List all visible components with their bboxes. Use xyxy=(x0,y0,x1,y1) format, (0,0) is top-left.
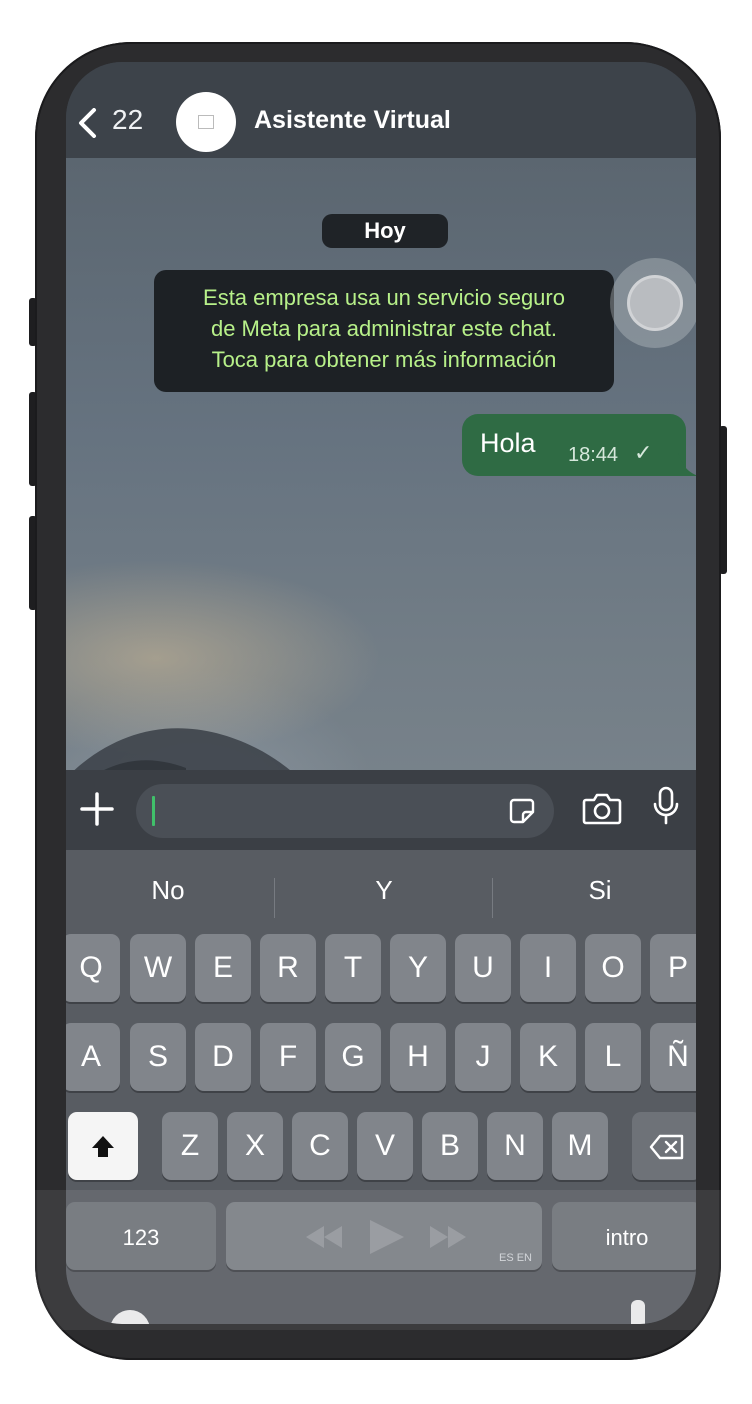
contact-avatar[interactable] xyxy=(176,92,236,152)
shift-arrow-icon xyxy=(92,1136,114,1158)
key-m[interactable]: M xyxy=(552,1112,608,1180)
key-e[interactable]: E xyxy=(195,934,251,1002)
bubble-tail xyxy=(678,452,696,476)
numbers-key[interactable]: 123 xyxy=(66,1202,216,1270)
backspace-icon xyxy=(649,1134,684,1160)
contact-name[interactable]: Asistente Virtual xyxy=(254,106,451,135)
text-cursor xyxy=(152,796,155,826)
key-r[interactable]: R xyxy=(260,934,316,1002)
key-c[interactable]: C xyxy=(292,1112,348,1180)
sticker-icon[interactable] xyxy=(508,797,536,825)
key-d[interactable]: D xyxy=(195,1023,251,1091)
key-z[interactable]: Z xyxy=(162,1112,218,1180)
suggestion-si[interactable]: Si xyxy=(500,864,696,916)
wallpaper-mountain xyxy=(66,728,366,858)
message-time: 18:44 xyxy=(568,444,619,466)
microphone-icon[interactable] xyxy=(652,786,680,826)
message-input-bar xyxy=(66,770,696,850)
notice-line: Toca para obtener más información xyxy=(211,347,557,372)
chevron-left-icon[interactable] xyxy=(76,108,98,138)
back-unread-count[interactable]: 22 xyxy=(112,104,143,136)
notice-line: de Meta para administrar este chat. xyxy=(210,316,558,341)
key-n[interactable]: N xyxy=(487,1112,543,1180)
key-a[interactable]: A xyxy=(66,1023,120,1091)
shift-key[interactable] xyxy=(68,1112,138,1180)
key-p[interactable]: P xyxy=(650,934,696,1002)
suggestion-divider xyxy=(492,878,493,918)
phone-screen: 22 Asistente Virtual Hoy Esta empresa us… xyxy=(66,62,696,1324)
key-g[interactable]: G xyxy=(325,1023,381,1091)
keyboard: No Y Si Q W E R T Y U I O P A S D F G H … xyxy=(66,850,696,1324)
key-f[interactable]: F xyxy=(260,1023,316,1091)
return-key[interactable]: intro xyxy=(552,1202,696,1270)
encryption-notice[interactable]: Esta empresa usa un servicio seguro de M… xyxy=(154,270,614,392)
outgoing-message[interactable]: Hola 18:44 ✓ xyxy=(462,414,686,476)
suggestion-no[interactable]: No xyxy=(68,864,268,916)
numbers-key-label: 123 xyxy=(122,1225,160,1250)
key-q[interactable]: Q xyxy=(66,934,120,1002)
home-indicator-right xyxy=(631,1300,645,1324)
touch-indicator xyxy=(610,258,696,348)
key-j[interactable]: J xyxy=(455,1023,511,1091)
message-text: Hola xyxy=(480,428,536,458)
delete-key[interactable] xyxy=(632,1112,696,1180)
date-separator: Hoy xyxy=(322,214,448,248)
key-b[interactable]: B xyxy=(422,1112,478,1180)
touch-dot xyxy=(627,275,683,331)
key-t[interactable]: T xyxy=(325,934,381,1002)
key-o[interactable]: O xyxy=(585,934,641,1002)
key-s[interactable]: S xyxy=(130,1023,186,1091)
plus-icon[interactable] xyxy=(78,790,116,828)
key-k[interactable]: K xyxy=(520,1023,576,1091)
suggestion-divider xyxy=(274,878,275,918)
sent-check-icon: ✓ xyxy=(634,440,653,465)
key-w[interactable]: W xyxy=(130,934,186,1002)
language-indicator: ES EN xyxy=(498,1252,532,1264)
key-v[interactable]: V xyxy=(357,1112,413,1180)
key-y[interactable]: Y xyxy=(390,934,446,1002)
media-controls-icon xyxy=(306,1220,466,1255)
message-input[interactable] xyxy=(136,784,554,838)
return-key-label: intro xyxy=(605,1225,649,1250)
business-logo xyxy=(198,115,214,129)
key-u[interactable]: U xyxy=(455,934,511,1002)
key-h[interactable]: H xyxy=(390,1023,446,1091)
space-key[interactable]: ES EN xyxy=(226,1202,542,1270)
suggestion-y[interactable]: Y xyxy=(284,864,484,916)
notice-line: Esta empresa usa un servicio seguro xyxy=(203,285,565,310)
key-i[interactable]: I xyxy=(520,934,576,1002)
key-l[interactable]: L xyxy=(585,1023,641,1091)
camera-icon[interactable] xyxy=(582,790,622,826)
key-x[interactable]: X xyxy=(227,1112,283,1180)
key-enye[interactable]: Ñ xyxy=(650,1023,696,1091)
chat-header: 22 Asistente Virtual xyxy=(66,62,696,158)
